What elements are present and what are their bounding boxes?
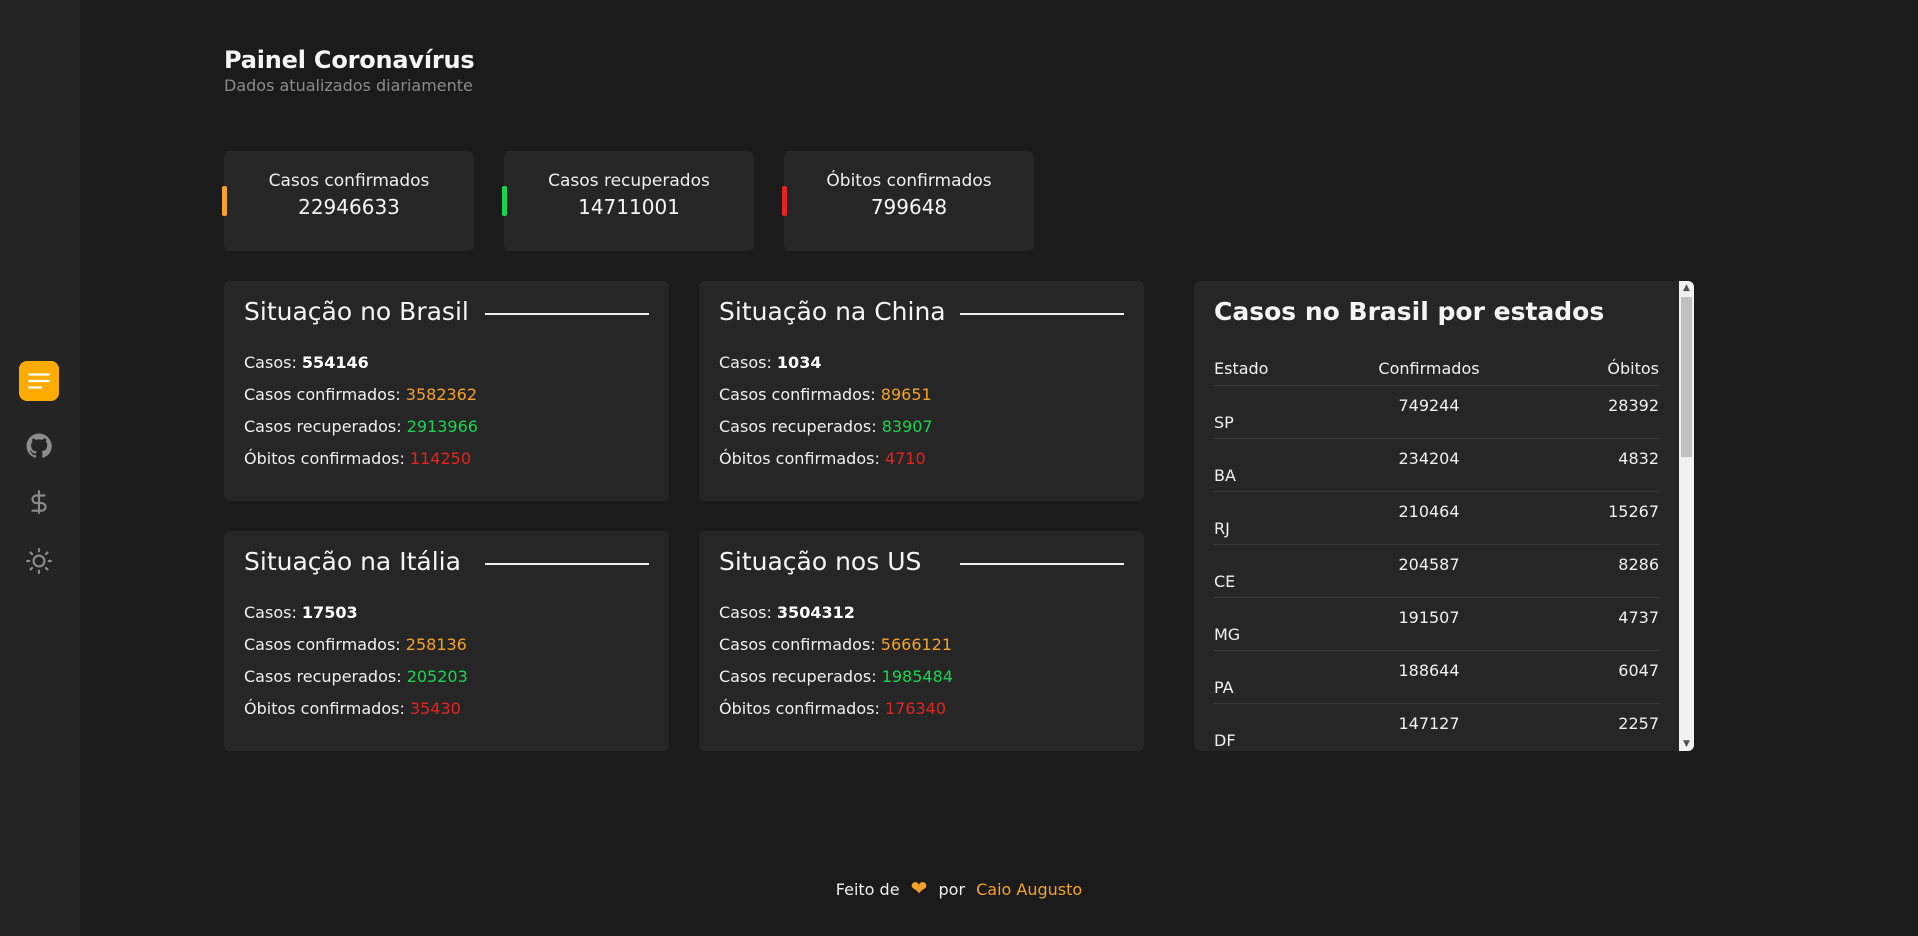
- country-title: Situação no Brasil: [244, 297, 469, 326]
- table-row: BA 234204 4832: [1214, 438, 1659, 492]
- sun-icon: [26, 548, 52, 574]
- cases-value: 554146: [301, 353, 369, 372]
- column-header-deaths: Óbitos: [1524, 351, 1659, 386]
- confirmed-value: 5666121: [880, 635, 953, 654]
- table-row: PA 188644 6047: [1214, 650, 1659, 704]
- table-row: SP 749244 28392: [1214, 385, 1659, 439]
- menu-button[interactable]: [19, 361, 59, 401]
- table-row: MG 191507 4737: [1214, 597, 1659, 651]
- table-row: DF 147127 2257: [1214, 703, 1659, 751]
- scroll-up-icon[interactable]: ▲: [1679, 281, 1694, 295]
- cases-row: Casos: 3504312: [719, 603, 855, 622]
- stat-label: Casos recuperados: [548, 171, 710, 191]
- cases-row: Casos: 1034: [719, 353, 822, 372]
- recovered-value: 2913966: [406, 417, 478, 436]
- scroll-down-icon[interactable]: ▼: [1679, 737, 1694, 751]
- table-row: CE 204587 8286: [1214, 544, 1659, 598]
- country-title: Situação na Itália: [244, 547, 461, 576]
- deaths-value: 176340: [884, 699, 947, 718]
- table-header-row: Estado Confirmados Óbitos: [1214, 351, 1659, 386]
- confirmed-row: Casos confirmados: 89651: [719, 385, 932, 404]
- country-card-us: Situação nos US Casos: 3504312 Casos con…: [699, 531, 1144, 751]
- scrollbar-thumb[interactable]: [1681, 297, 1692, 457]
- menu-icon: [28, 373, 50, 389]
- table-row: RJ 210464 15267: [1214, 491, 1659, 545]
- title-divider: [960, 313, 1124, 315]
- footer: Feito de ❤ por Caio Augusto: [0, 876, 1918, 900]
- recovered-row: Casos recuperados: 2913966: [244, 417, 478, 436]
- recovered-indicator: [502, 186, 507, 216]
- sidebar: [0, 0, 80, 936]
- deaths-row: Óbitos confirmados: 176340: [719, 699, 947, 718]
- cases-value: 1034: [776, 353, 822, 372]
- confirmed-indicator: [222, 186, 227, 216]
- recovered-value: 83907: [881, 417, 933, 436]
- cases-value: 17503: [301, 603, 358, 622]
- recovered-row: Casos recuperados: 1985484: [719, 667, 953, 686]
- page-subtitle: Dados atualizados diariamente: [224, 76, 473, 95]
- country-title: Situação na China: [719, 297, 946, 326]
- column-header-confirmed: Confirmados: [1334, 351, 1524, 386]
- github-icon: [26, 433, 52, 458]
- donate-button[interactable]: [19, 482, 59, 522]
- country-card-china: Situação na China Casos: 1034 Casos conf…: [699, 281, 1144, 501]
- confirmed-value: 3582362: [405, 385, 478, 404]
- stat-value: 22946633: [298, 195, 400, 219]
- recovered-value: 205203: [406, 667, 468, 686]
- country-card-italia: Situação na Itália Casos: 17503 Casos co…: [224, 531, 669, 751]
- theme-toggle-button[interactable]: [19, 541, 59, 581]
- deaths-value: 35430: [409, 699, 461, 718]
- states-table: Estado Confirmados Óbitos SP 749244 28392 …: [1214, 351, 1659, 751]
- deaths-indicator: [782, 186, 787, 216]
- confirmed-value: 89651: [880, 385, 932, 404]
- recovered-value: 1985484: [881, 667, 953, 686]
- column-header-state: Estado: [1214, 351, 1334, 386]
- stat-card-deaths: Óbitos confirmados 799648: [782, 151, 1034, 251]
- states-panel[interactable]: Casos no Brasil por estados Estado Confi…: [1194, 281, 1694, 751]
- heart-icon: ❤: [910, 876, 928, 900]
- dollar-icon: [31, 490, 47, 514]
- page-title: Painel Coronavírus: [224, 46, 475, 74]
- deaths-value: 4710: [884, 449, 926, 468]
- confirmed-row: Casos confirmados: 258136: [244, 635, 467, 654]
- stat-card-confirmed: Casos confirmados 22946633: [222, 151, 474, 251]
- recovered-row: Casos recuperados: 205203: [244, 667, 468, 686]
- page-header: Painel Coronavírus Dados atualizados dia…: [224, 46, 475, 95]
- stat-value: 799648: [870, 195, 948, 219]
- cases-row: Casos: 17503: [244, 603, 358, 622]
- deaths-row: Óbitos confirmados: 4710: [719, 449, 926, 468]
- cases-row: Casos: 554146: [244, 353, 369, 372]
- author-link[interactable]: Caio Augusto: [976, 880, 1082, 899]
- title-divider: [485, 313, 649, 315]
- footer-text: Feito de: [835, 880, 900, 899]
- confirmed-value: 258136: [405, 635, 467, 654]
- recovered-row: Casos recuperados: 83907: [719, 417, 933, 436]
- deaths-value: 114250: [409, 449, 472, 468]
- stat-card-recovered: Casos recuperados 14711001: [502, 151, 754, 251]
- stat-value: 14711001: [578, 195, 680, 219]
- github-button[interactable]: [19, 426, 59, 466]
- title-divider: [960, 563, 1124, 565]
- stat-label: Casos confirmados: [268, 171, 430, 191]
- stat-label: Óbitos confirmados: [826, 171, 992, 191]
- deaths-row: Óbitos confirmados: 114250: [244, 449, 472, 468]
- footer-by: por: [938, 880, 966, 899]
- confirmed-row: Casos confirmados: 5666121: [719, 635, 953, 654]
- states-title: Casos no Brasil por estados: [1214, 297, 1605, 326]
- cases-value: 3504312: [776, 603, 855, 622]
- confirmed-row: Casos confirmados: 3582362: [244, 385, 478, 404]
- states-scrollbar[interactable]: ▲ ▼: [1679, 281, 1694, 751]
- country-title: Situação nos US: [719, 547, 922, 576]
- deaths-row: Óbitos confirmados: 35430: [244, 699, 461, 718]
- country-card-brasil: Situação no Brasil Casos: 554146 Casos c…: [224, 281, 669, 501]
- title-divider: [485, 563, 649, 565]
